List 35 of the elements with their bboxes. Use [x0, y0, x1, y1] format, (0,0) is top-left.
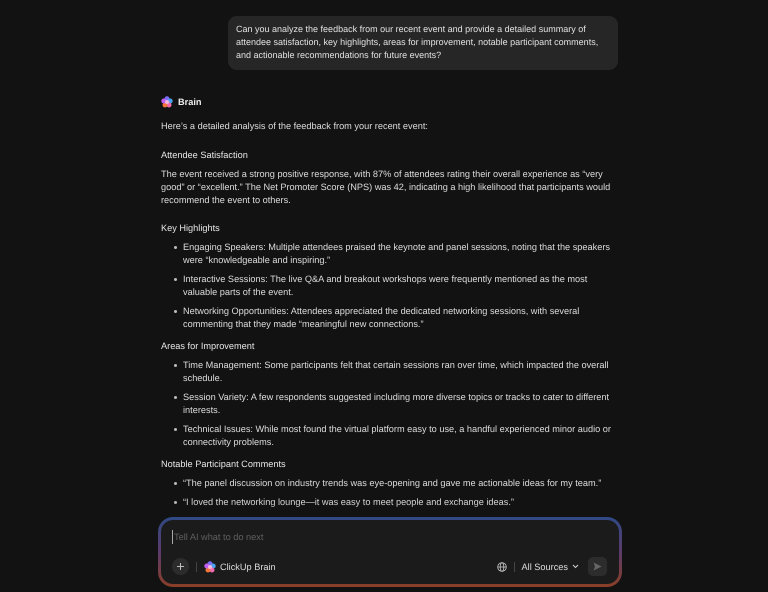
bullet-icon	[174, 278, 177, 281]
send-button[interactable]	[588, 557, 607, 576]
list-item-text: Interactive Sessions: The live Q&A and breakout workshops were frequently mentioned as the most valuable parts of the event.	[183, 272, 588, 299]
list-item-text: Technical Issues: While most found the virtual platform easy to use, a handful experienced minor audio or connectivity problems.	[183, 422, 612, 449]
send-icon	[593, 562, 602, 571]
list-item-text: Networking Opportunities: Attendees appreciated the dedicated networking sessions, with several commenting that they made “meaningful new connections.”	[183, 304, 580, 331]
list-item-text: Time Management: Some participants felt that certain sessions ran over time, which impacted the overall schedule.	[183, 358, 610, 385]
chevron-down-icon	[572, 564, 579, 569]
message-input[interactable]: Tell AI what to do next	[172, 530, 594, 544]
intro-text: Here’s a detailed analysis of the feedback from your recent event:	[161, 120, 429, 133]
agent-selector[interactable]: ClickUp Brain	[204, 560, 276, 572]
list-item-text: Session Variety: A few respondents suggested including more diverse topics or tracks to cater to different interests.	[183, 390, 610, 417]
bullet-icon	[174, 428, 177, 431]
list-item-text: “I loved the networking lounge—it was easy to meet people and exchange ideas.”	[183, 496, 514, 509]
section-heading: Notable Participant Comments	[161, 458, 287, 471]
list-item-text: “The panel discussion on industry trends was eye-opening and gave me actionable ideas for my team.”	[183, 476, 602, 490]
add-button[interactable]	[172, 558, 189, 575]
section-heading: Areas for Improvement	[161, 340, 256, 353]
plus-icon	[177, 563, 184, 570]
bullet-icon	[174, 246, 177, 249]
list-item-text: Engaging Speakers: Multiple attendees praised the keynote and panel sessions, noting that the speakers were “knowledgeable and inspiring.”	[183, 240, 611, 267]
brain-icon	[204, 560, 216, 572]
section-heading: Attendee Satisfaction	[161, 148, 249, 162]
bullet-icon	[174, 500, 177, 504]
bullet-icon	[174, 310, 177, 313]
paragraph: The event received a strong positive response, with 87% of attendees rating their overall experience as “very good” or “excellent.” The Net Promoter Score (NPS) was 42, indicating a high likelihood that participants would recommend the event to others.	[161, 168, 612, 207]
user-message: Can you analyze the feedback from our recent event and provide a detailed summary of attendee satisfaction, key highlights, areas for improvement, notable participant comments, and actionable recommendations for future events?	[228, 16, 618, 70]
bullet-icon	[174, 482, 177, 485]
assistant-name: Brain	[178, 96, 202, 109]
brain-icon	[161, 96, 173, 108]
bullet-icon	[174, 396, 177, 399]
section-heading: Key Highlights	[161, 222, 221, 235]
bullet-icon	[174, 364, 177, 367]
sources-dropdown[interactable]: All Sources	[522, 562, 579, 572]
globe-icon[interactable]	[496, 562, 507, 572]
